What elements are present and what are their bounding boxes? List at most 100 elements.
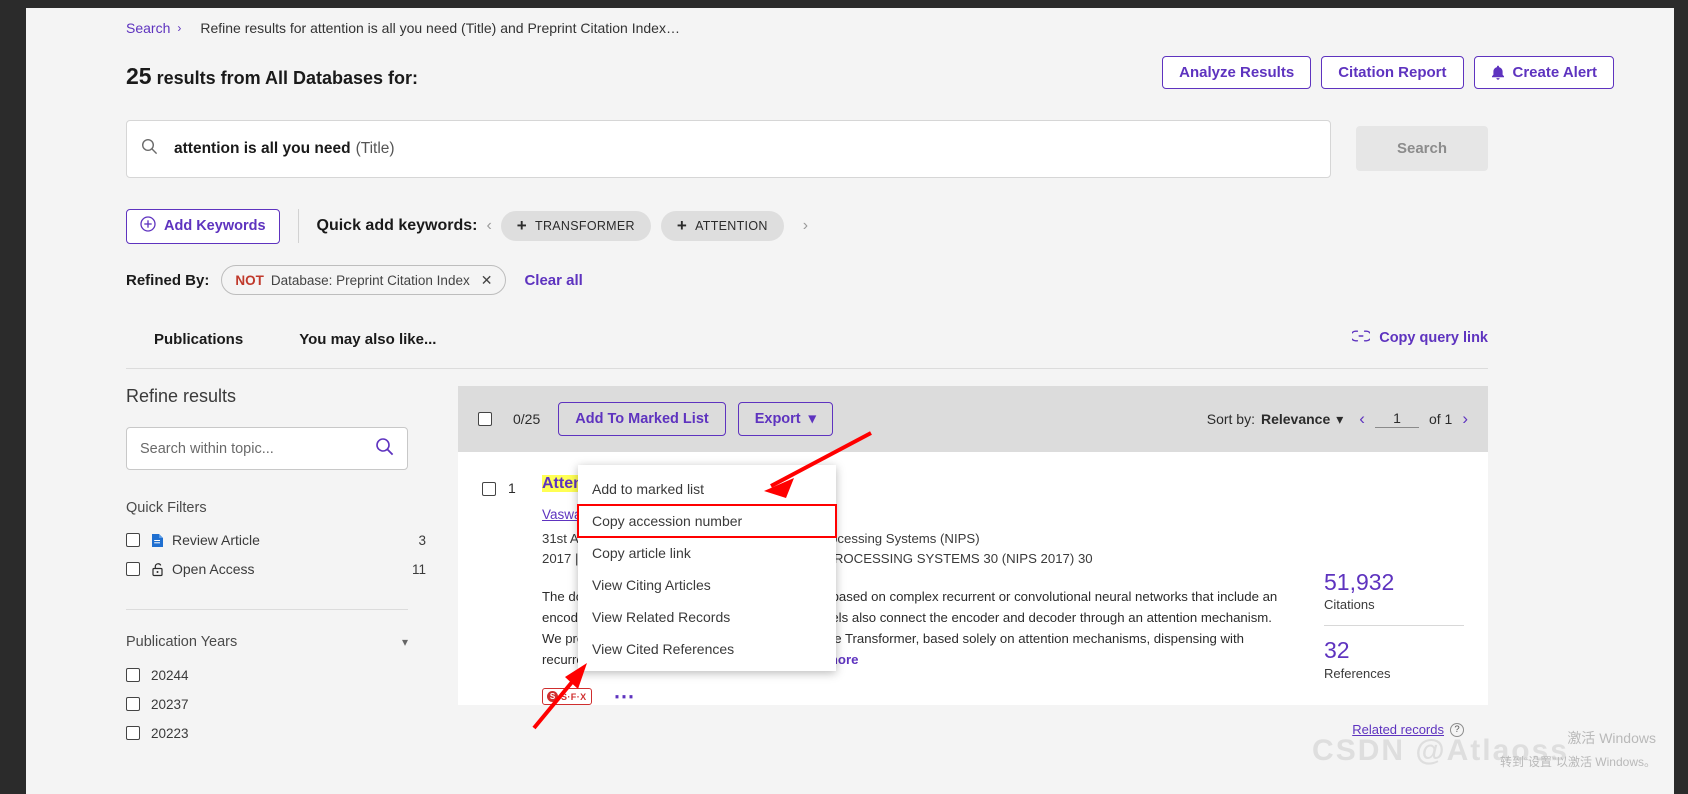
sort-by-label: Sort by: xyxy=(1206,411,1255,427)
context-menu-item-view-related-records[interactable]: View Related Records xyxy=(578,601,836,633)
sfx-link-button[interactable]: S S·F·X xyxy=(542,688,592,706)
window-edge-left xyxy=(0,0,26,794)
year-label: 2024 xyxy=(151,667,182,683)
year-filter-2024[interactable]: 2024 4 xyxy=(126,664,408,686)
publication-years-header[interactable]: Publication Years ▾ xyxy=(126,634,408,650)
pagination: ‹ 1 of 1 › xyxy=(1359,409,1468,429)
search-query-text: attention is all you need xyxy=(174,140,351,157)
selected-count: 0/25 xyxy=(513,411,541,427)
page-number-input[interactable]: 1 xyxy=(1374,410,1419,428)
checkbox[interactable] xyxy=(126,533,140,547)
quick-filter-review-article[interactable]: Review Article 3 xyxy=(126,528,426,552)
checkbox[interactable] xyxy=(126,562,140,576)
keyword-chip-transformer[interactable]: + TRANSFORMER xyxy=(500,211,651,241)
plus-icon: + xyxy=(516,216,528,235)
breadcrumb-search-link[interactable]: Search xyxy=(126,20,170,36)
create-alert-button[interactable]: Create Alert xyxy=(1473,56,1614,89)
create-alert-label: Create Alert xyxy=(1512,64,1597,81)
add-to-marked-list-button[interactable]: Add To Marked List xyxy=(558,402,726,436)
quick-filter-count: 3 xyxy=(418,532,426,548)
search-icon[interactable] xyxy=(375,437,394,461)
checkbox[interactable] xyxy=(126,726,140,740)
year-filter-2022[interactable]: 2022 3 xyxy=(126,722,408,744)
sort-by-value: Relevance xyxy=(1260,411,1331,427)
references-count[interactable]: 32 xyxy=(1324,637,1464,663)
refine-chip-database[interactable]: NOT Database: Preprint Citation Index ✕ xyxy=(221,265,507,295)
export-button[interactable]: Export ▾ xyxy=(737,402,833,436)
checkbox[interactable] xyxy=(126,668,140,682)
search-within-topic-box[interactable] xyxy=(126,427,408,470)
record-context-menu: Add to marked list Copy accession number… xyxy=(577,465,837,671)
plus-circle-icon xyxy=(140,216,156,236)
year-count: 7 xyxy=(181,696,189,712)
divider xyxy=(297,209,299,243)
select-all-checkbox[interactable] xyxy=(478,412,492,426)
tab-publications[interactable]: Publications xyxy=(126,326,271,360)
keyword-chip-label: ATTENTION xyxy=(695,219,768,233)
add-keywords-label: Add Keywords xyxy=(164,218,266,234)
keyword-chip-attention[interactable]: + ATTENTION xyxy=(660,211,784,241)
keyword-chip-label: TRANSFORMER xyxy=(535,219,635,233)
window-edge-top xyxy=(0,0,1688,8)
keywords-prev-arrow-icon[interactable]: ‹ xyxy=(477,217,500,235)
year-filter-2023[interactable]: 2023 7 xyxy=(126,693,408,715)
header-actions: Analyze Results Citation Report Create A… xyxy=(1162,56,1614,89)
divider xyxy=(126,609,408,610)
record-badges: S S·F·X ⋯ xyxy=(542,686,1488,707)
document-icon xyxy=(151,533,164,548)
window-edge-right xyxy=(1674,0,1688,794)
context-menu-item-view-citing-articles[interactable]: View Citing Articles xyxy=(578,569,836,601)
clear-all-button[interactable]: Clear all xyxy=(524,272,582,289)
link-icon xyxy=(1350,330,1373,346)
tab-bar: Publications You may also like... Copy q… xyxy=(126,326,1488,369)
quick-keywords-row: Add Keywords Quick add keywords: ‹ + TRA… xyxy=(126,204,817,248)
checkbox[interactable] xyxy=(126,697,140,711)
context-menu-item-copy-article-link[interactable]: Copy article link xyxy=(578,537,836,569)
citations-label: Citations xyxy=(1324,597,1375,613)
quick-filter-label: Open Access xyxy=(172,561,255,577)
quick-filter-count: 11 xyxy=(411,561,426,577)
export-label: Export xyxy=(754,411,801,427)
citations-count[interactable]: 51,932 xyxy=(1324,569,1464,595)
quick-add-keywords-label: Quick add keywords: xyxy=(316,217,478,234)
year-label: 2022 xyxy=(151,725,182,741)
search-icon xyxy=(141,138,158,160)
ellipsis-icon[interactable]: ⋯ xyxy=(614,686,637,707)
context-menu-item-add-to-marked-list[interactable]: Add to marked list xyxy=(578,473,836,505)
search-query-bar[interactable]: attention is all you need (Title) xyxy=(126,120,1331,178)
chevron-down-icon[interactable]: ▾ xyxy=(402,635,408,649)
search-button[interactable]: Search xyxy=(1356,126,1488,171)
refined-by-label: Refined By: xyxy=(126,271,210,289)
references-label: References xyxy=(1324,665,1391,681)
keywords-next-arrow-icon[interactable]: › xyxy=(794,217,817,235)
analyze-results-button[interactable]: Analyze Results xyxy=(1162,56,1312,89)
sfx-dot-icon: S xyxy=(547,691,558,703)
tab-you-may-also-like[interactable]: You may also like... xyxy=(271,326,464,360)
chevron-down-icon: ▾ xyxy=(1336,410,1344,427)
watermark-windows-subtitle: 转到“设置”以激活 Windows。 xyxy=(1499,755,1656,769)
quick-filter-open-access[interactable]: Open Access 11 xyxy=(126,557,426,581)
copy-query-link-label: Copy query link xyxy=(1379,330,1488,346)
results-count: 25 xyxy=(126,63,152,89)
divider xyxy=(1324,625,1464,627)
sort-by-control[interactable]: Sort by: Relevance ▾ xyxy=(1207,411,1344,428)
breadcrumb: Search › Refine results for attention is… xyxy=(126,20,680,36)
citation-report-button[interactable]: Citation Report xyxy=(1321,56,1464,89)
refine-sidebar: Refine results Quick Filters Review Arti… xyxy=(126,386,426,751)
search-within-topic-input[interactable] xyxy=(140,440,360,457)
close-icon[interactable]: ✕ xyxy=(481,272,493,289)
prev-page-icon[interactable]: ‹ xyxy=(1359,409,1365,429)
context-menu-item-view-cited-references[interactable]: View Cited References xyxy=(578,633,836,665)
toolbar-right: Sort by: Relevance ▾ ‹ 1 of 1 › xyxy=(1207,409,1468,429)
context-menu-item-copy-accession-number[interactable]: Copy accession number xyxy=(577,504,837,538)
add-keywords-button[interactable]: Add Keywords xyxy=(126,208,280,244)
page-total-label: of 1 xyxy=(1428,411,1453,427)
breadcrumb-current: Refine results for attention is all you … xyxy=(200,20,680,36)
quick-filters-title: Quick Filters xyxy=(126,500,207,516)
record-checkbox[interactable] xyxy=(482,482,496,496)
unlock-icon xyxy=(151,562,164,577)
record-number: 1 xyxy=(508,480,516,496)
record-metrics: 51,932 Citations 32 References xyxy=(1324,569,1464,681)
next-page-icon[interactable]: › xyxy=(1462,409,1468,429)
copy-query-link-button[interactable]: Copy query link xyxy=(1350,330,1488,346)
